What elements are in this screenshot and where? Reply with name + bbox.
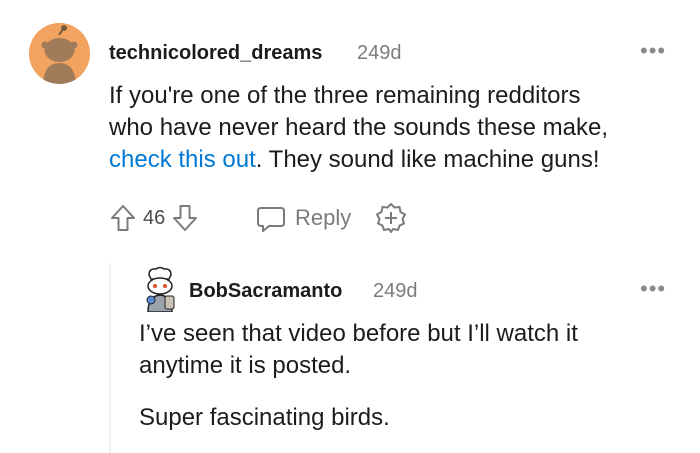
downvote-button[interactable] bbox=[171, 203, 199, 233]
reply-author[interactable]: BobSacramanto bbox=[189, 280, 342, 303]
reply-label: Reply bbox=[295, 205, 352, 230]
reply-body: I’ve seen that video before but I’ll wat… bbox=[139, 318, 689, 434]
comment-body-line: check this out. They sound like machine … bbox=[109, 144, 689, 176]
upvote-arrow-icon bbox=[111, 205, 135, 231]
comment-author[interactable]: technicolored_dreams bbox=[109, 42, 322, 65]
check-this-out-link[interactable]: check this out bbox=[109, 146, 256, 173]
comment-age: 249d bbox=[357, 42, 402, 64]
reply-bubble-icon bbox=[257, 207, 285, 232]
award-button[interactable] bbox=[375, 202, 407, 239]
more-options-button[interactable]: ••• bbox=[640, 278, 666, 300]
comment-body-text: . They sound like machine guns! bbox=[255, 146, 600, 173]
reply-body-line: I’ve seen that video before but I’ll wat… bbox=[139, 320, 578, 347]
thread-line[interactable] bbox=[109, 263, 111, 453]
downvote-arrow-icon bbox=[173, 205, 198, 231]
snoo-avatar-icon bbox=[29, 23, 90, 84]
avatar[interactable] bbox=[139, 266, 181, 313]
comment-actions: 46 bbox=[109, 200, 199, 236]
comment-body: If you're one of the three remaining red… bbox=[109, 80, 689, 176]
reply-body-line: anytime it is posted. bbox=[139, 352, 352, 379]
reply-age: 249d bbox=[373, 280, 418, 302]
comment-body-line: who have never heard the sounds these ma… bbox=[109, 114, 608, 141]
snoo-chef-avatar-icon bbox=[146, 266, 175, 313]
reply-body-line: Super fascinating birds. bbox=[139, 404, 390, 431]
more-options-button[interactable]: ••• bbox=[640, 40, 666, 62]
reply-button[interactable]: Reply bbox=[255, 200, 351, 236]
comment-body-line: If you're one of the three remaining red… bbox=[109, 82, 581, 109]
avatar[interactable] bbox=[29, 23, 90, 84]
vote-count: 46 bbox=[143, 206, 166, 229]
upvote-button[interactable] bbox=[109, 203, 137, 233]
award-plus-icon bbox=[376, 203, 406, 233]
